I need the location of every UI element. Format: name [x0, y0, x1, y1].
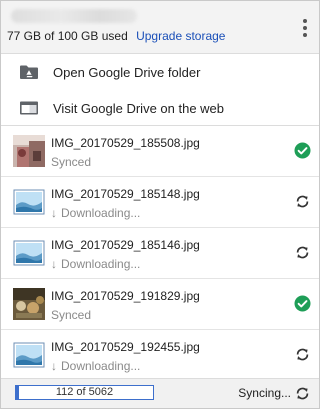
drive-folder-icon: [19, 64, 39, 80]
file-status: ↓ Downloading...: [51, 359, 141, 373]
download-arrow-icon: ↓: [51, 359, 57, 373]
recent-files-list: IMG_20170529_185508.jpg Synced IMG_20170…: [1, 126, 319, 381]
file-status: Synced: [51, 155, 92, 169]
visit-drive-web-label: Visit Google Drive on the web: [53, 100, 225, 116]
sync-arrows-icon: [294, 193, 311, 210]
file-name: IMG_20170529_185148.jpg: [51, 187, 200, 201]
sync-arrows-icon: [294, 346, 311, 363]
synced-check-icon: [294, 295, 311, 312]
image-placeholder-icon: [13, 237, 45, 269]
file-status: ↓ Downloading...: [51, 206, 141, 220]
open-drive-folder-item[interactable]: Open Google Drive folder: [1, 54, 319, 90]
download-arrow-icon: ↓: [51, 206, 57, 220]
image-placeholder-icon: [13, 186, 45, 218]
quick-actions: Open Google Drive folder Visit Google Dr…: [1, 54, 319, 126]
file-name: IMG_20170529_185508.jpg: [51, 136, 200, 150]
sync-arrows-icon: [294, 385, 311, 402]
upgrade-storage-link[interactable]: Upgrade storage: [136, 29, 225, 43]
file-name: IMG_20170529_192455.jpg: [51, 340, 200, 354]
sync-status-bar: 112 of 5062 Syncing...: [1, 378, 319, 408]
file-row[interactable]: IMG_20170529_185148.jpg ↓ Downloading...: [1, 177, 319, 228]
photo-thumbnail: [13, 288, 45, 320]
photo-thumbnail: [13, 135, 45, 167]
storage-usage: 77 GB of 100 GB used Upgrade storage: [7, 29, 225, 43]
image-placeholder-icon: [13, 339, 45, 371]
account-header: 77 GB of 100 GB used Upgrade storage: [1, 1, 319, 54]
file-name: IMG_20170529_185146.jpg: [51, 238, 200, 252]
open-drive-folder-label: Open Google Drive folder: [53, 64, 201, 80]
file-name: IMG_20170529_191829.jpg: [51, 289, 200, 303]
visit-drive-web-item[interactable]: Visit Google Drive on the web: [1, 90, 319, 126]
browser-window-icon: [19, 100, 39, 116]
drive-sync-panel: 77 GB of 100 GB used Upgrade storage Ope…: [0, 0, 320, 409]
file-status: ↓ Downloading...: [51, 257, 141, 271]
file-row[interactable]: IMG_20170529_192455.jpg ↓ Downloading...: [1, 330, 319, 381]
progress-text: 112 of 5062: [55, 386, 114, 398]
storage-text: 77 GB of 100 GB used: [7, 29, 128, 43]
sync-progress-bar: 112 of 5062: [15, 385, 154, 400]
synced-check-icon: [294, 142, 311, 159]
account-email-redacted: [11, 9, 137, 23]
syncing-label: Syncing...: [238, 386, 291, 400]
file-row[interactable]: IMG_20170529_185146.jpg ↓ Downloading...: [1, 228, 319, 279]
file-row[interactable]: IMG_20170529_185508.jpg Synced: [1, 126, 319, 177]
sync-arrows-icon: [294, 244, 311, 261]
download-arrow-icon: ↓: [51, 257, 57, 271]
file-row[interactable]: IMG_20170529_191829.jpg Synced: [1, 279, 319, 330]
file-status: Synced: [51, 308, 92, 322]
more-vert-icon[interactable]: [301, 19, 309, 37]
